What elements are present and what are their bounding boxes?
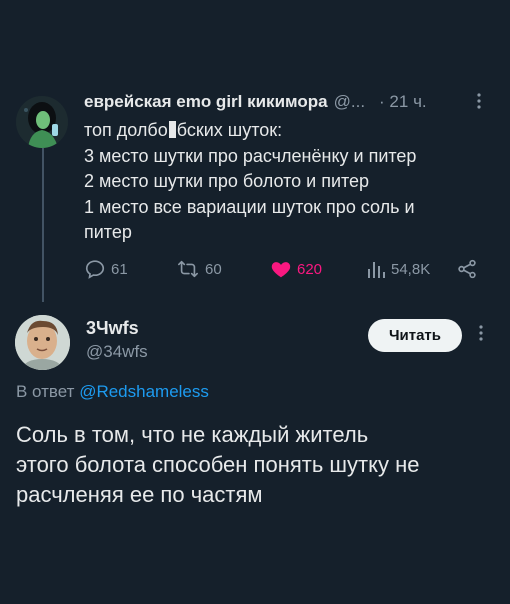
tweet-actions: 61 60 620 54,8K [84, 258, 494, 284]
more-icon[interactable] [478, 324, 484, 345]
reply-count: 61 [111, 260, 128, 278]
tweet-text-line: 3 место шутки про расчленёнку и питер [84, 145, 417, 166]
like-button[interactable]: 620 [270, 258, 322, 280]
tweet-text-line: 1 место все вариации шуток про соль и [84, 196, 415, 217]
tweet-text-line: Соль в том, что не каждый житель [16, 422, 369, 447]
retweet-count: 60 [205, 260, 222, 278]
follow-button[interactable]: Читать [368, 319, 462, 352]
avatar[interactable] [16, 96, 68, 148]
views-icon [368, 262, 385, 278]
thread-connector-line [42, 146, 44, 302]
tweet-text-line: этого болота способен понять шутку не [16, 452, 420, 477]
reply-icon [85, 260, 105, 279]
like-count: 620 [297, 260, 323, 278]
tweet-header: еврейская emo girl кикимора @... · 21 ч. [84, 90, 494, 114]
heart-icon [271, 262, 291, 278]
reply-context: В ответ @Redshameless [16, 382, 209, 402]
reply-button[interactable]: 61 [84, 258, 128, 280]
more-icon[interactable] [476, 92, 482, 113]
reply-prefix: В ответ [16, 382, 75, 401]
tweet-timestamp[interactable]: · 21 ч. [379, 92, 427, 112]
share-button[interactable] [456, 258, 478, 280]
text-cursor-block [168, 121, 176, 138]
tweet-text: топ долбо бских шуток: 3 место шутки про … [84, 118, 484, 246]
share-icon [458, 259, 476, 279]
tweet-text-line: топ долбо бских шуток: [84, 120, 283, 140]
avatar-image [16, 96, 68, 148]
views-count: 54,8K [391, 260, 431, 278]
views-button[interactable]: 54,8K [366, 258, 430, 280]
avatar-image [15, 315, 70, 370]
author-name[interactable]: 3Чwfs [86, 318, 139, 339]
tweet-text: Соль в том, что не каждый житель этого б… [16, 420, 496, 510]
author-handle[interactable]: @... [334, 92, 365, 112]
retweet-button[interactable]: 60 [176, 258, 222, 280]
author-handle[interactable]: @34wfs [86, 342, 148, 362]
tweet-text-line: 2 место шутки про болото и питер [84, 171, 370, 191]
tweet-text-line: питер [84, 222, 132, 242]
tweet-text-line: расчленяя ее по частям [16, 482, 263, 507]
retweet-icon [178, 260, 198, 278]
reply-mention-link[interactable]: @Redshameless [79, 382, 209, 401]
avatar[interactable] [15, 315, 70, 370]
author-name[interactable]: еврейская emo girl кикимора [84, 92, 328, 112]
